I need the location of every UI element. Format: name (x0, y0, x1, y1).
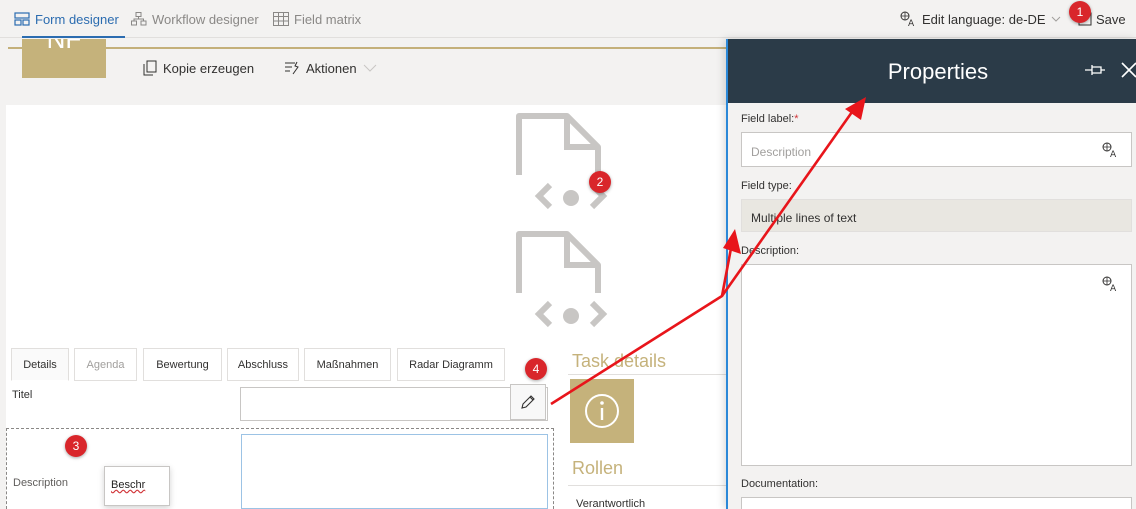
field-label-input[interactable]: Description A (741, 132, 1132, 167)
logo: NF (22, 39, 106, 78)
actions-icon (285, 61, 299, 75)
field-type-text: Multiple lines of text (751, 211, 857, 225)
annotation-badge-3: 3 (65, 435, 87, 457)
divider (568, 374, 728, 375)
tab-agenda[interactable]: Agenda (74, 348, 137, 381)
tab-details[interactable]: Details (11, 348, 69, 381)
task-details-heading: Task details (572, 351, 667, 371)
divider (568, 485, 728, 486)
edit-language-dropdown[interactable]: A Edit language: de-DE (900, 0, 1061, 38)
tab-form-designer[interactable]: Form designer (14, 0, 125, 38)
svg-text:A: A (908, 19, 915, 27)
required-mark: * (794, 113, 799, 125)
tab-workflow-designer[interactable]: Workflow designer (131, 0, 259, 38)
tab-massnahmen[interactable]: Maßnahmen (304, 348, 391, 381)
annotation-badge-1: 1 (1069, 1, 1091, 23)
tab-bewertung[interactable]: Bewertung (143, 348, 222, 381)
documentation-caption: Documentation: (741, 478, 819, 490)
tab-field-matrix-label: Field matrix (294, 11, 362, 27)
translate-icon[interactable]: A (1102, 276, 1119, 292)
field-label-text: Field label: (741, 113, 795, 125)
info-icon (585, 394, 619, 428)
field-type-value: Multiple lines of text (741, 199, 1132, 232)
save-label: Save (1096, 11, 1126, 27)
documentation-input[interactable] (741, 497, 1132, 509)
actions-menu-button[interactable]: Aktionen (284, 39, 377, 97)
tab-form-designer-label: Form designer (35, 11, 119, 27)
description-textarea-prop[interactable]: A (741, 264, 1132, 466)
field-label-placeholder: Description (751, 145, 812, 159)
info-tile[interactable] (570, 379, 634, 443)
properties-panel: Properties Field label:* Description A F… (726, 39, 1136, 509)
close-icon[interactable] (1120, 61, 1136, 79)
description-caption: Description: (741, 245, 800, 257)
tab-field-matrix[interactable]: Field matrix (273, 0, 361, 38)
pencil-icon (521, 395, 535, 409)
pin-icon[interactable] (1084, 61, 1106, 79)
tab-radar-diagramm[interactable]: Radar Diagramm (397, 348, 505, 381)
copy-button[interactable]: Kopie erzeugen (143, 39, 254, 97)
copy-icon (143, 60, 157, 76)
form-icon (14, 12, 30, 26)
copy-button-label: Kopie erzeugen (163, 60, 255, 76)
label-inline-editor[interactable]: Beschr (104, 466, 170, 506)
tab-abschluss[interactable]: Abschluss (227, 348, 299, 381)
actions-button-label: Aktionen (306, 60, 357, 76)
chevron-down-icon (1051, 16, 1060, 22)
annotation-badge-4: 4 (525, 358, 547, 380)
field-label-caption: Field label:* (741, 113, 798, 125)
titel-input[interactable] (240, 387, 548, 421)
edit-field-button[interactable] (510, 384, 546, 420)
rollen-heading: Rollen (572, 458, 624, 478)
web-part-file-icon[interactable] (512, 231, 608, 335)
verantwortlich-label: Verantwortlich (576, 498, 646, 509)
translate-icon: A (900, 11, 915, 27)
description-textarea[interactable] (241, 434, 548, 509)
tab-workflow-designer-label: Workflow designer (152, 11, 259, 27)
translate-icon[interactable]: A (1102, 142, 1119, 158)
logo-text: NF (46, 39, 82, 54)
svg-text:A: A (1110, 284, 1117, 292)
field-type-caption: Field type: (741, 180, 792, 192)
panel-title: Properties (887, 59, 989, 84)
workflow-icon (131, 12, 147, 26)
titel-label: Titel (12, 389, 33, 401)
top-toolbar: Form designer Workflow designer Field ma… (0, 0, 1136, 38)
chevron-down-icon (363, 64, 376, 72)
annotation-badge-2: 2 (589, 171, 611, 193)
label-inline-editor-value: Beschr (111, 479, 146, 491)
properties-panel-header: Properties (728, 39, 1136, 103)
description-field-label: Description (13, 477, 69, 489)
svg-text:A: A (1110, 150, 1117, 158)
web-part-file-icon[interactable] (512, 113, 608, 217)
edit-language-label: Edit language: de-DE (922, 11, 1046, 27)
matrix-icon (273, 12, 289, 26)
